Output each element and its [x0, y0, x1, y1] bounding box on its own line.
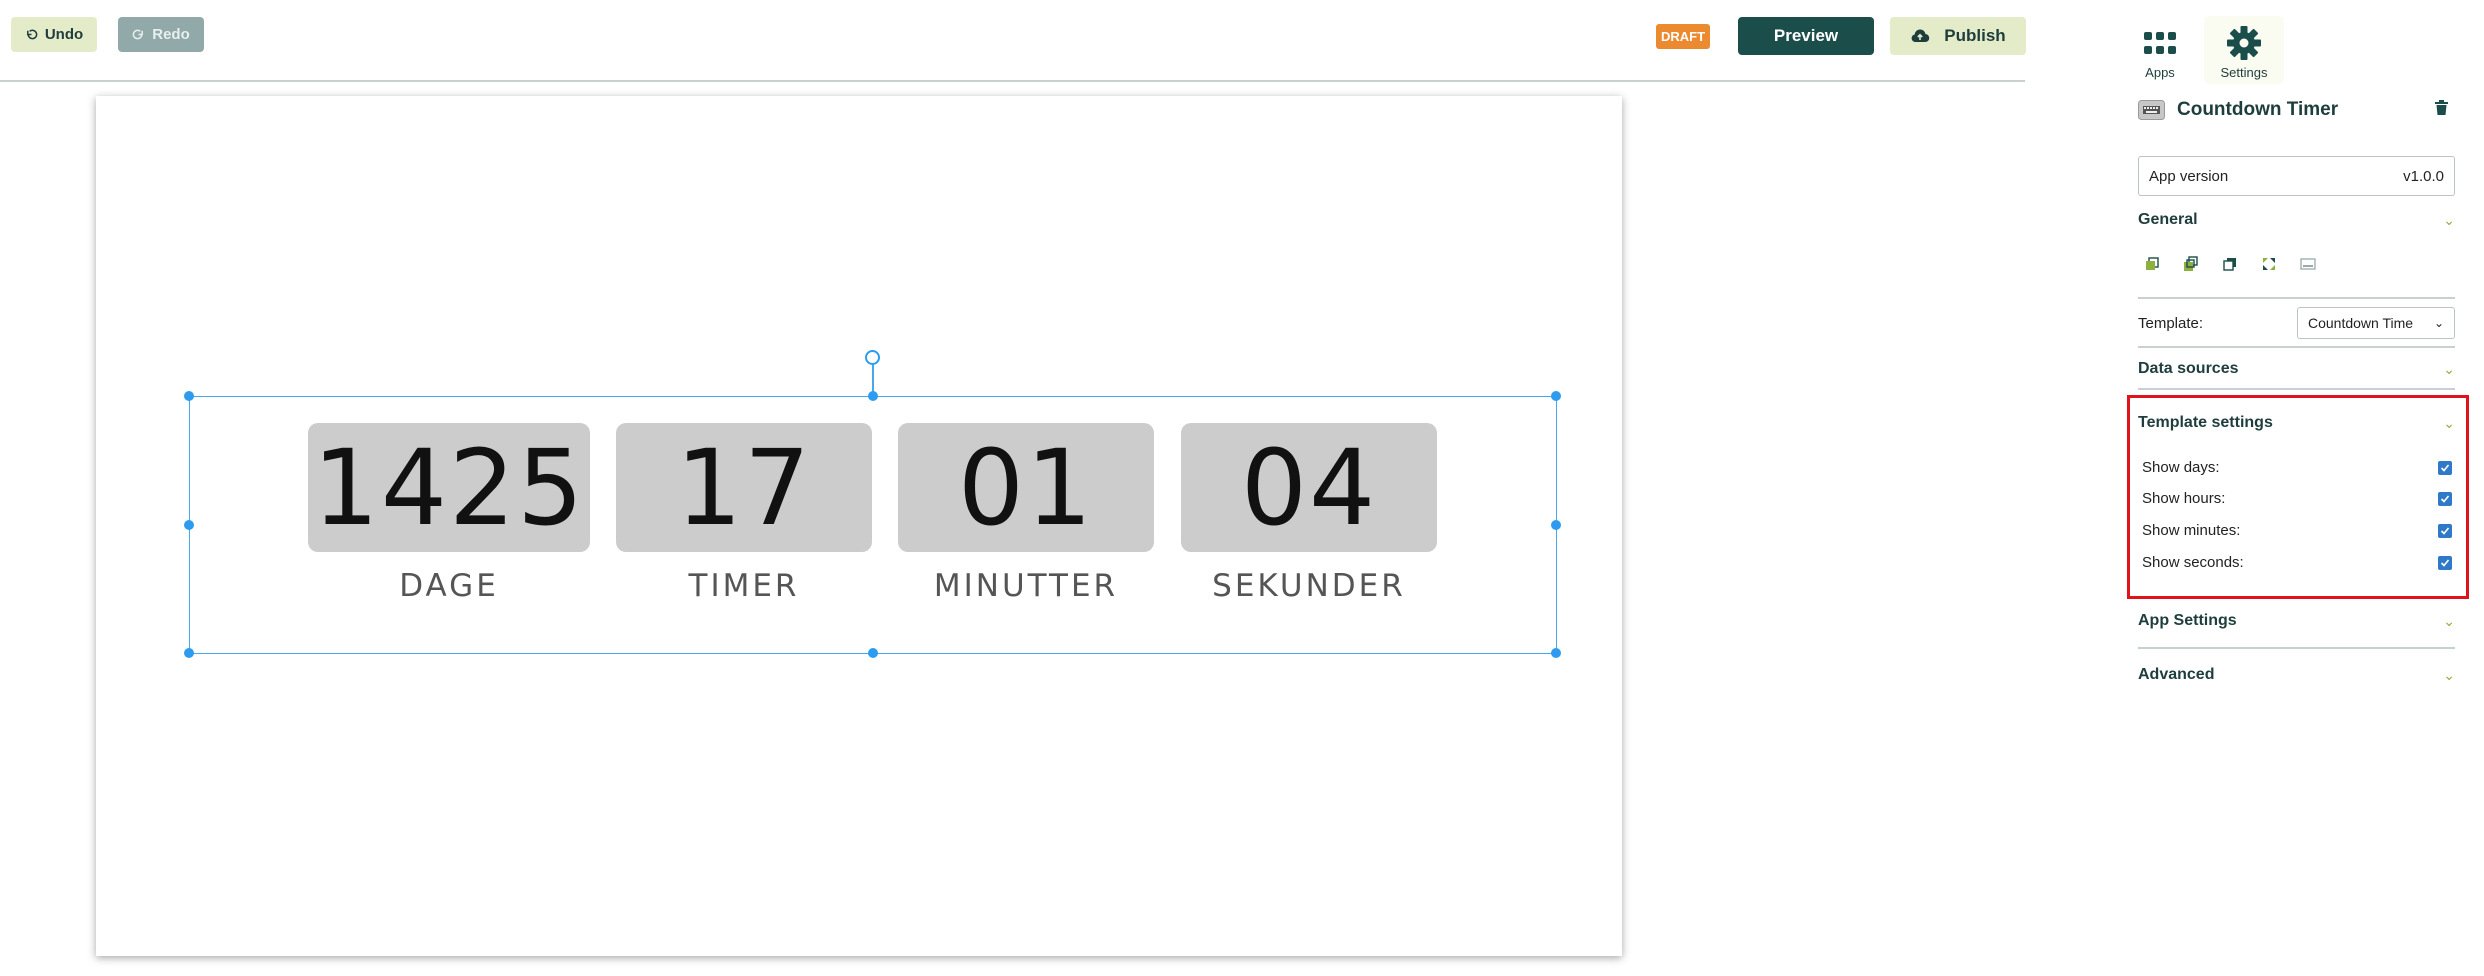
template-label: Template: — [2138, 314, 2204, 332]
resize-handle-bottom-right[interactable] — [1551, 648, 1561, 658]
show-days-label: Show days: — [2142, 459, 2220, 476]
hours-label: TIMER — [688, 568, 800, 604]
layer-back-icon[interactable] — [2221, 255, 2239, 273]
app-version-label: App version — [2149, 167, 2229, 185]
divider — [2138, 647, 2455, 649]
tab-settings[interactable]: Settings — [2204, 16, 2284, 84]
fit-to-canvas-icon[interactable] — [2260, 255, 2278, 273]
minutes-value: 01 — [898, 423, 1154, 552]
app-title: Countdown Timer — [2177, 99, 2339, 120]
keyboard-icon — [2138, 100, 2165, 120]
days-value: 1425 — [308, 423, 590, 552]
resize-handle-top-left[interactable] — [184, 391, 194, 401]
section-general-title: General — [2138, 211, 2198, 228]
redo-icon — [132, 29, 144, 40]
layer-forward-icon[interactable] — [2182, 255, 2200, 273]
tab-apps[interactable]: Apps — [2120, 16, 2200, 84]
rotate-handle[interactable] — [865, 350, 880, 365]
preview-button[interactable]: Preview — [1738, 17, 1874, 55]
undo-button[interactable]: Undo — [11, 17, 97, 52]
countdown-hours: 17 TIMER — [616, 423, 872, 604]
show-minutes-checkbox[interactable] — [2438, 523, 2452, 538]
show-days-checkbox[interactable] — [2438, 460, 2452, 475]
show-days-row: Show days: — [2142, 459, 2452, 476]
section-data-sources-title: Data sources — [2138, 360, 2239, 377]
redo-button[interactable]: Redo — [118, 17, 204, 52]
resize-handle-bottom-center[interactable] — [868, 648, 878, 658]
divider — [2138, 388, 2455, 390]
cloud-upload-icon — [1911, 29, 1930, 43]
chevron-down-icon: ⌄ — [2433, 316, 2444, 330]
hours-value: 17 — [616, 423, 872, 552]
show-seconds-label: Show seconds: — [2142, 554, 2244, 571]
divider — [2138, 346, 2455, 348]
undo-label: Undo — [44, 26, 84, 43]
layer-front-icon[interactable] — [2143, 255, 2161, 273]
undo-icon — [26, 29, 38, 40]
template-select-value: Countdown Time — [2308, 315, 2414, 331]
section-app-settings-title: App Settings — [2138, 612, 2237, 629]
show-seconds-checkbox[interactable] — [2438, 555, 2452, 570]
countdown-days: 1425 DAGE — [308, 423, 590, 604]
days-label: DAGE — [399, 568, 499, 604]
general-icon-row — [2143, 255, 2317, 273]
publish-label: Publish — [1944, 26, 2006, 45]
template-row: Template: Countdown Time ⌄ — [2138, 306, 2455, 340]
template-select[interactable]: Countdown Time ⌄ — [2297, 307, 2455, 339]
app-version-field: App version v1.0.0 — [2138, 156, 2455, 196]
show-minutes-row: Show minutes: — [2142, 522, 2452, 539]
resize-handle-middle-right[interactable] — [1551, 520, 1561, 530]
divider — [2138, 297, 2455, 299]
chevron-up-icon: ⌄ — [2443, 211, 2455, 228]
show-hours-checkbox[interactable] — [2438, 491, 2452, 506]
chevron-down-icon: ⌄ — [2443, 360, 2455, 377]
gear-icon — [2227, 26, 2261, 60]
seconds-label: SEKUNDER — [1212, 568, 1406, 604]
show-hours-row: Show hours: — [2142, 490, 2452, 507]
grid-icon — [2144, 32, 2176, 54]
tab-apps-label: Apps — [2145, 65, 2175, 80]
show-hours-label: Show hours: — [2142, 490, 2226, 507]
section-app-settings[interactable]: App Settings ⌄ — [2138, 612, 2455, 630]
section-advanced[interactable]: Advanced ⌄ — [2138, 666, 2455, 684]
app-version-value: v1.0.0 — [2403, 167, 2444, 185]
tab-settings-label: Settings — [2220, 65, 2268, 80]
chevron-down-icon: ⌄ — [2443, 666, 2455, 683]
section-advanced-title: Advanced — [2138, 666, 2215, 683]
status-badge: DRAFT — [1656, 24, 1710, 49]
resize-handle-middle-left[interactable] — [184, 520, 194, 530]
app-header: Countdown Timer — [2138, 95, 2450, 125]
show-seconds-row: Show seconds: — [2142, 554, 2452, 571]
redo-label: Redo — [152, 26, 190, 43]
seconds-value: 04 — [1181, 423, 1437, 552]
chevron-down-icon: ⌄ — [2443, 612, 2455, 629]
resize-handle-bottom-left[interactable] — [184, 648, 194, 658]
caption-icon[interactable] — [2299, 255, 2317, 273]
section-template-settings-title: Template settings — [2138, 414, 2273, 431]
section-general[interactable]: General ⌄ — [2138, 211, 2455, 229]
resize-handle-top-center[interactable] — [868, 391, 878, 401]
resize-handle-top-right[interactable] — [1551, 391, 1561, 401]
minutes-label: MINUTTER — [933, 568, 1119, 604]
countdown-seconds: 04 SEKUNDER — [1181, 423, 1437, 604]
trash-icon[interactable] — [2435, 100, 2448, 115]
publish-button[interactable]: Publish — [1890, 17, 2026, 55]
countdown-minutes: 01 MINUTTER — [898, 423, 1154, 604]
section-data-sources[interactable]: Data sources ⌄ — [2138, 360, 2455, 378]
top-toolbar: Undo Redo DRAFT Preview Publish — [0, 0, 2026, 82]
section-template-settings[interactable]: Template settings ⌄ — [2138, 414, 2455, 432]
chevron-up-icon: ⌄ — [2443, 414, 2455, 431]
show-minutes-label: Show minutes: — [2142, 522, 2241, 539]
